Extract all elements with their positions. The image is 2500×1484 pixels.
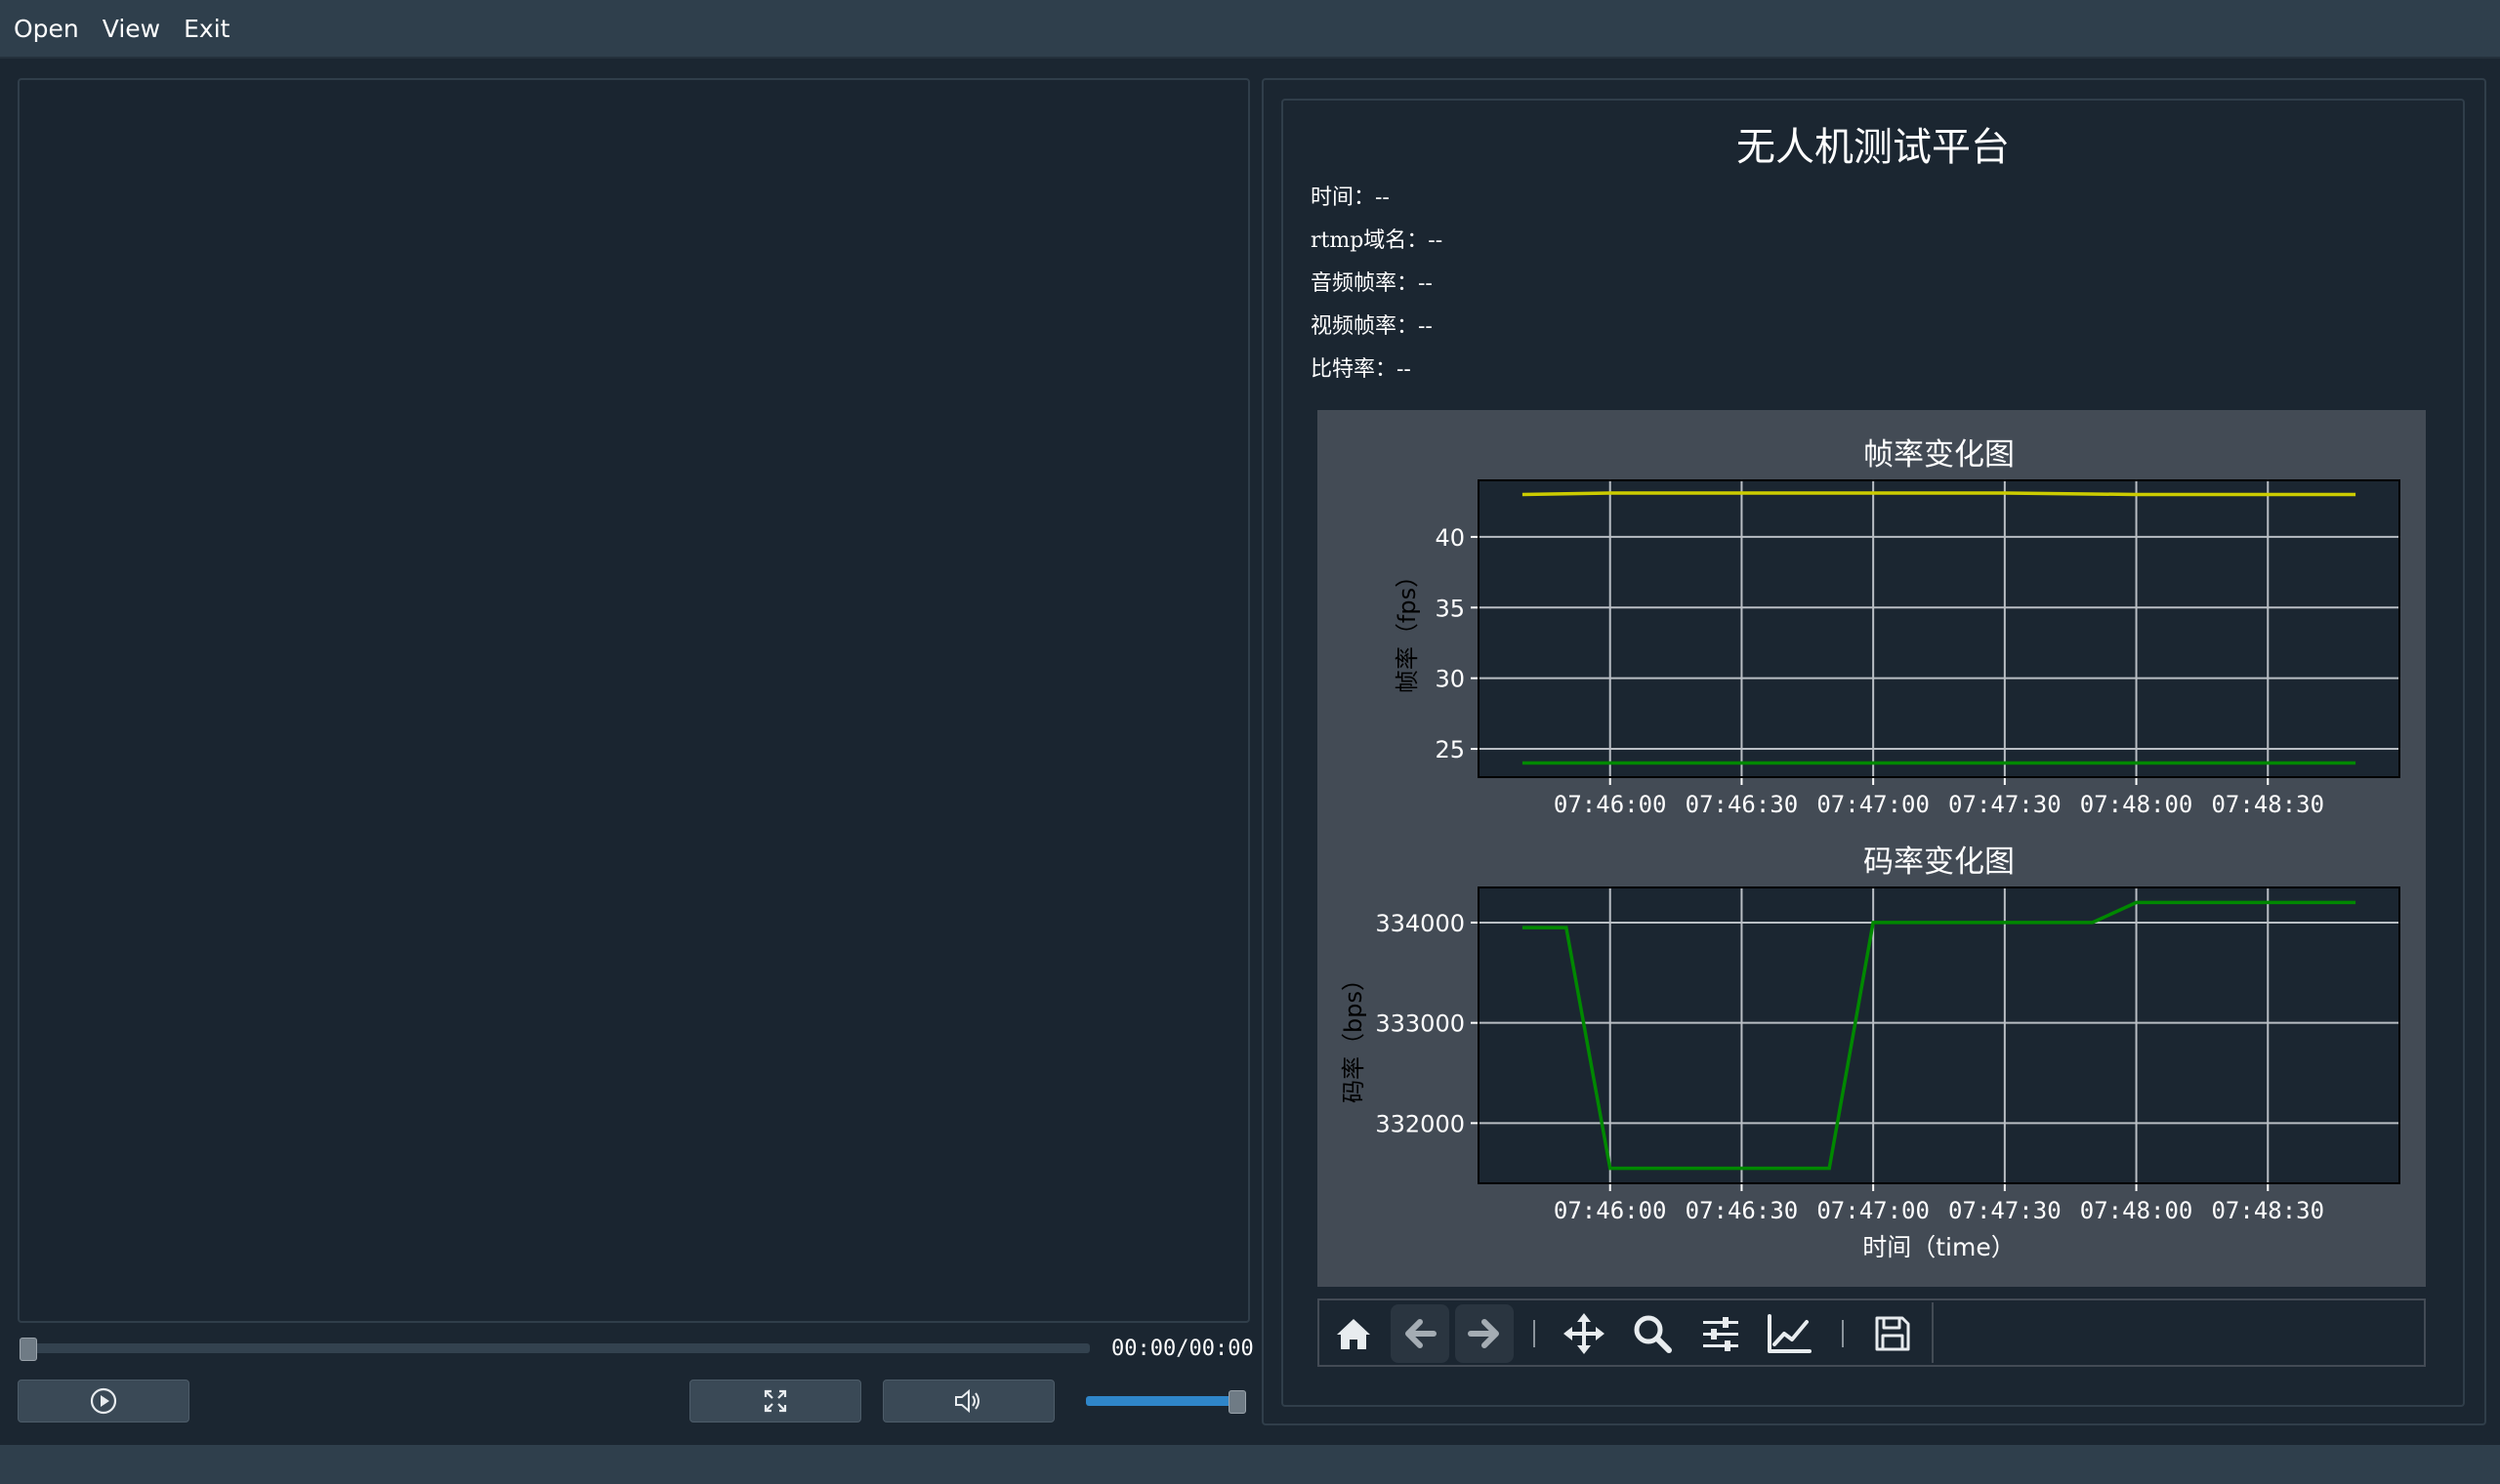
menu-exit[interactable]: Exit — [184, 15, 229, 43]
fullscreen-icon — [764, 1389, 787, 1413]
menu-open[interactable]: Open — [14, 15, 79, 43]
x-tick-label: 07:47:00 — [1816, 791, 1930, 818]
x-axis-label: 时间（time） — [1862, 1233, 2015, 1261]
play-button[interactable] — [18, 1380, 189, 1422]
y-tick-label: 334000 — [1375, 910, 1465, 937]
play-icon — [90, 1387, 117, 1415]
info-video-fps: 视频帧率：-- — [1311, 314, 1433, 339]
progress-slider-handle[interactable] — [20, 1338, 37, 1361]
status-bar — [0, 1445, 2500, 1484]
edit-axis-button[interactable] — [1760, 1304, 1818, 1363]
line-chart-icon — [1768, 1314, 1812, 1353]
pan-button[interactable] — [1555, 1304, 1613, 1363]
y-tick-label: 30 — [1435, 666, 1465, 693]
sliders-icon — [1703, 1317, 1738, 1351]
zoom-button[interactable] — [1623, 1304, 1682, 1363]
x-tick-label: 07:48:30 — [2211, 1197, 2324, 1224]
plot-canvas: 帧率变化图 25 30 35 40 07:46:00 07:46:30 07:47:00 07:… — [1317, 410, 2426, 1287]
home-icon — [1337, 1319, 1370, 1349]
x-tick-label: 07:48:00 — [2080, 1197, 2193, 1224]
y-tick-label: 25 — [1435, 736, 1465, 763]
video-display — [18, 78, 1250, 1323]
fullscreen-button[interactable] — [689, 1380, 861, 1422]
search-icon — [1634, 1315, 1672, 1353]
volume-slider-handle[interactable] — [1229, 1390, 1246, 1414]
y-tick-label: 333000 — [1375, 1010, 1465, 1038]
volume-button[interactable] — [883, 1380, 1055, 1422]
info-rtmp: rtmp域名：-- — [1311, 228, 1443, 253]
menu-view[interactable]: View — [103, 15, 160, 43]
y-tick-label: 35 — [1435, 595, 1465, 622]
info-audio-fps: 音频帧率：-- — [1311, 271, 1433, 296]
chart-title: 帧率变化图 — [1863, 437, 2015, 473]
x-tick-label: 07:47:00 — [1816, 1197, 1930, 1224]
home-button[interactable] — [1324, 1304, 1383, 1363]
arrow-left-icon — [1405, 1319, 1437, 1348]
charts-svg: 帧率变化图 25 30 35 40 07:46:00 07:46:30 07:47:00 07:… — [1340, 437, 2400, 1261]
x-tick-label: 07:47:30 — [1948, 791, 2062, 818]
y-tick-label: 332000 — [1375, 1110, 1465, 1137]
back-button[interactable] — [1391, 1304, 1449, 1363]
x-tick-label: 07:48:00 — [2080, 791, 2193, 818]
y-axis-label: 帧率（fps） — [1394, 564, 1421, 693]
forward-button[interactable] — [1455, 1304, 1514, 1363]
series-line — [1521, 491, 2356, 497]
plot-axes-background — [1479, 480, 2399, 777]
x-tick-label: 07:46:30 — [1686, 1197, 1799, 1224]
time-display: 00:00/00:00 — [1111, 1337, 1254, 1361]
x-tick-label: 07:46:00 — [1554, 1197, 1667, 1224]
menu-bar: Open View Exit — [0, 0, 2500, 59]
platform-title: 无人机测试平台 — [1736, 125, 2010, 170]
x-tick-label: 07:47:30 — [1948, 1197, 2062, 1224]
info-time: 时间：-- — [1311, 186, 1390, 210]
y-tick-label: 40 — [1435, 524, 1465, 552]
info-bitrate: 比特率：-- — [1311, 357, 1411, 382]
progress-slider[interactable] — [20, 1343, 1090, 1353]
toolbar-coordinate-display — [1932, 1302, 2424, 1363]
y-axis-label: 码率（bps） — [1340, 968, 1367, 1103]
save-icon — [1875, 1316, 1910, 1351]
toolbar-separator — [1533, 1320, 1535, 1347]
x-tick-label: 07:46:30 — [1686, 791, 1799, 818]
volume-slider[interactable] — [1086, 1396, 1242, 1406]
arrow-right-icon — [1468, 1319, 1499, 1348]
x-tick-label: 07:46:00 — [1554, 791, 1667, 818]
toolbar-separator — [1842, 1320, 1844, 1347]
x-tick-label: 07:48:30 — [2211, 791, 2324, 818]
save-figure-button[interactable] — [1863, 1304, 1922, 1363]
configure-subplots-button[interactable] — [1691, 1304, 1750, 1363]
chart-title: 码率变化图 — [1863, 845, 2015, 880]
speaker-icon — [955, 1388, 979, 1414]
move-icon — [1563, 1313, 1604, 1354]
plot-axes-background — [1479, 887, 2399, 1183]
